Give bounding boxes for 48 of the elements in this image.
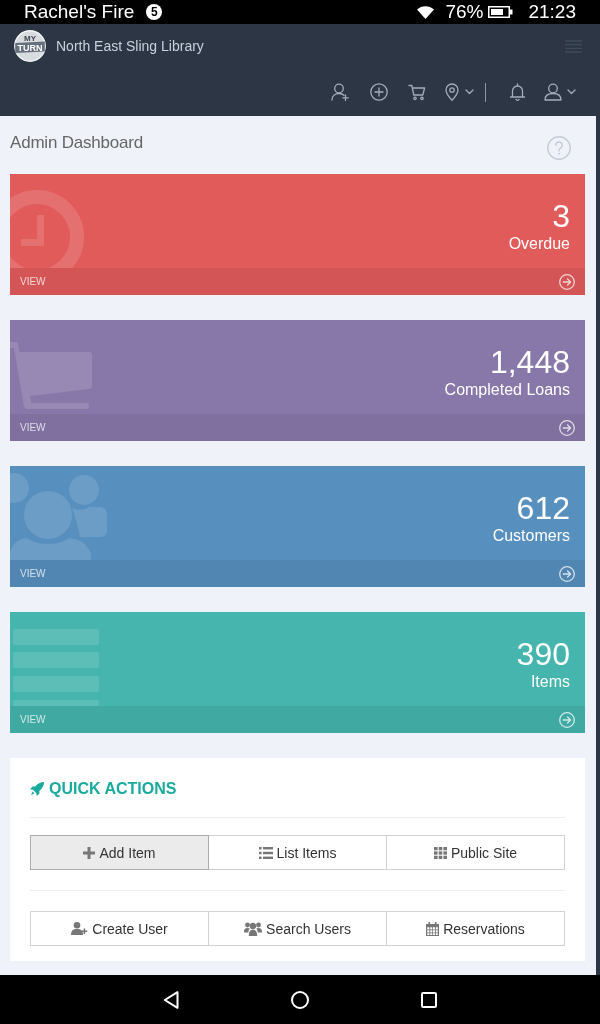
- battery-percent: 76%: [445, 1, 484, 23]
- cart-icon[interactable]: [408, 83, 426, 101]
- stat-label: Completed Loans: [444, 380, 570, 400]
- notification-badge: 5: [146, 4, 163, 20]
- caret-icon: [567, 89, 576, 95]
- stat-label: Items: [530, 672, 570, 692]
- map-pin-icon: [444, 83, 460, 101]
- action-button[interactable]: List Items: [209, 835, 387, 870]
- library-name: North East Sling Library: [56, 38, 205, 54]
- grid-icon: [433, 846, 447, 859]
- plus-icon: [83, 846, 96, 859]
- user-plus-icon: [71, 922, 89, 935]
- stat-value: 1,448: [489, 344, 570, 380]
- user-icon: [544, 83, 562, 101]
- action-button[interactable]: Search Users: [209, 911, 387, 946]
- action-button[interactable]: Add Item: [30, 835, 209, 870]
- rocket-icon: [30, 782, 44, 796]
- app-title: Rachel's Fire: [24, 1, 135, 23]
- arrow-circle-icon: [559, 273, 575, 290]
- recents-icon[interactable]: [421, 991, 437, 1008]
- user-plus-icon[interactable]: [331, 83, 349, 101]
- action-button[interactable]: Public Site: [387, 835, 565, 870]
- clock-time: 21:23: [528, 1, 576, 23]
- stat-value: 3: [552, 198, 570, 234]
- back-icon[interactable]: [163, 990, 179, 1009]
- arrow-circle-icon: [559, 419, 575, 436]
- caret-icon: [465, 89, 474, 95]
- calendar-icon: [426, 921, 440, 936]
- action-button[interactable]: Reservations: [387, 911, 565, 946]
- page-title: Admin Dashboard: [10, 132, 144, 154]
- battery-icon: [488, 6, 514, 18]
- add-circle-icon[interactable]: [370, 83, 388, 101]
- list-icon: [258, 846, 273, 859]
- stat-label: Overdue: [508, 234, 570, 254]
- users-icon: [244, 921, 263, 936]
- stat-value: 612: [516, 490, 570, 526]
- home-icon[interactable]: [291, 990, 309, 1009]
- bell-icon[interactable]: [509, 83, 526, 101]
- arrow-circle-icon: [559, 711, 575, 728]
- stat-value: 390: [516, 636, 570, 672]
- stat-label: Customers: [492, 526, 570, 546]
- action-button[interactable]: Create User: [30, 911, 209, 946]
- arrow-circle-icon: [559, 565, 575, 582]
- wifi-icon: [417, 5, 435, 19]
- panel-title: QUICK ACTIONS: [49, 780, 177, 798]
- logo: MY TURN: [14, 30, 46, 62]
- location-menu-button[interactable]: [444, 83, 474, 101]
- user-menu-button[interactable]: [544, 83, 576, 101]
